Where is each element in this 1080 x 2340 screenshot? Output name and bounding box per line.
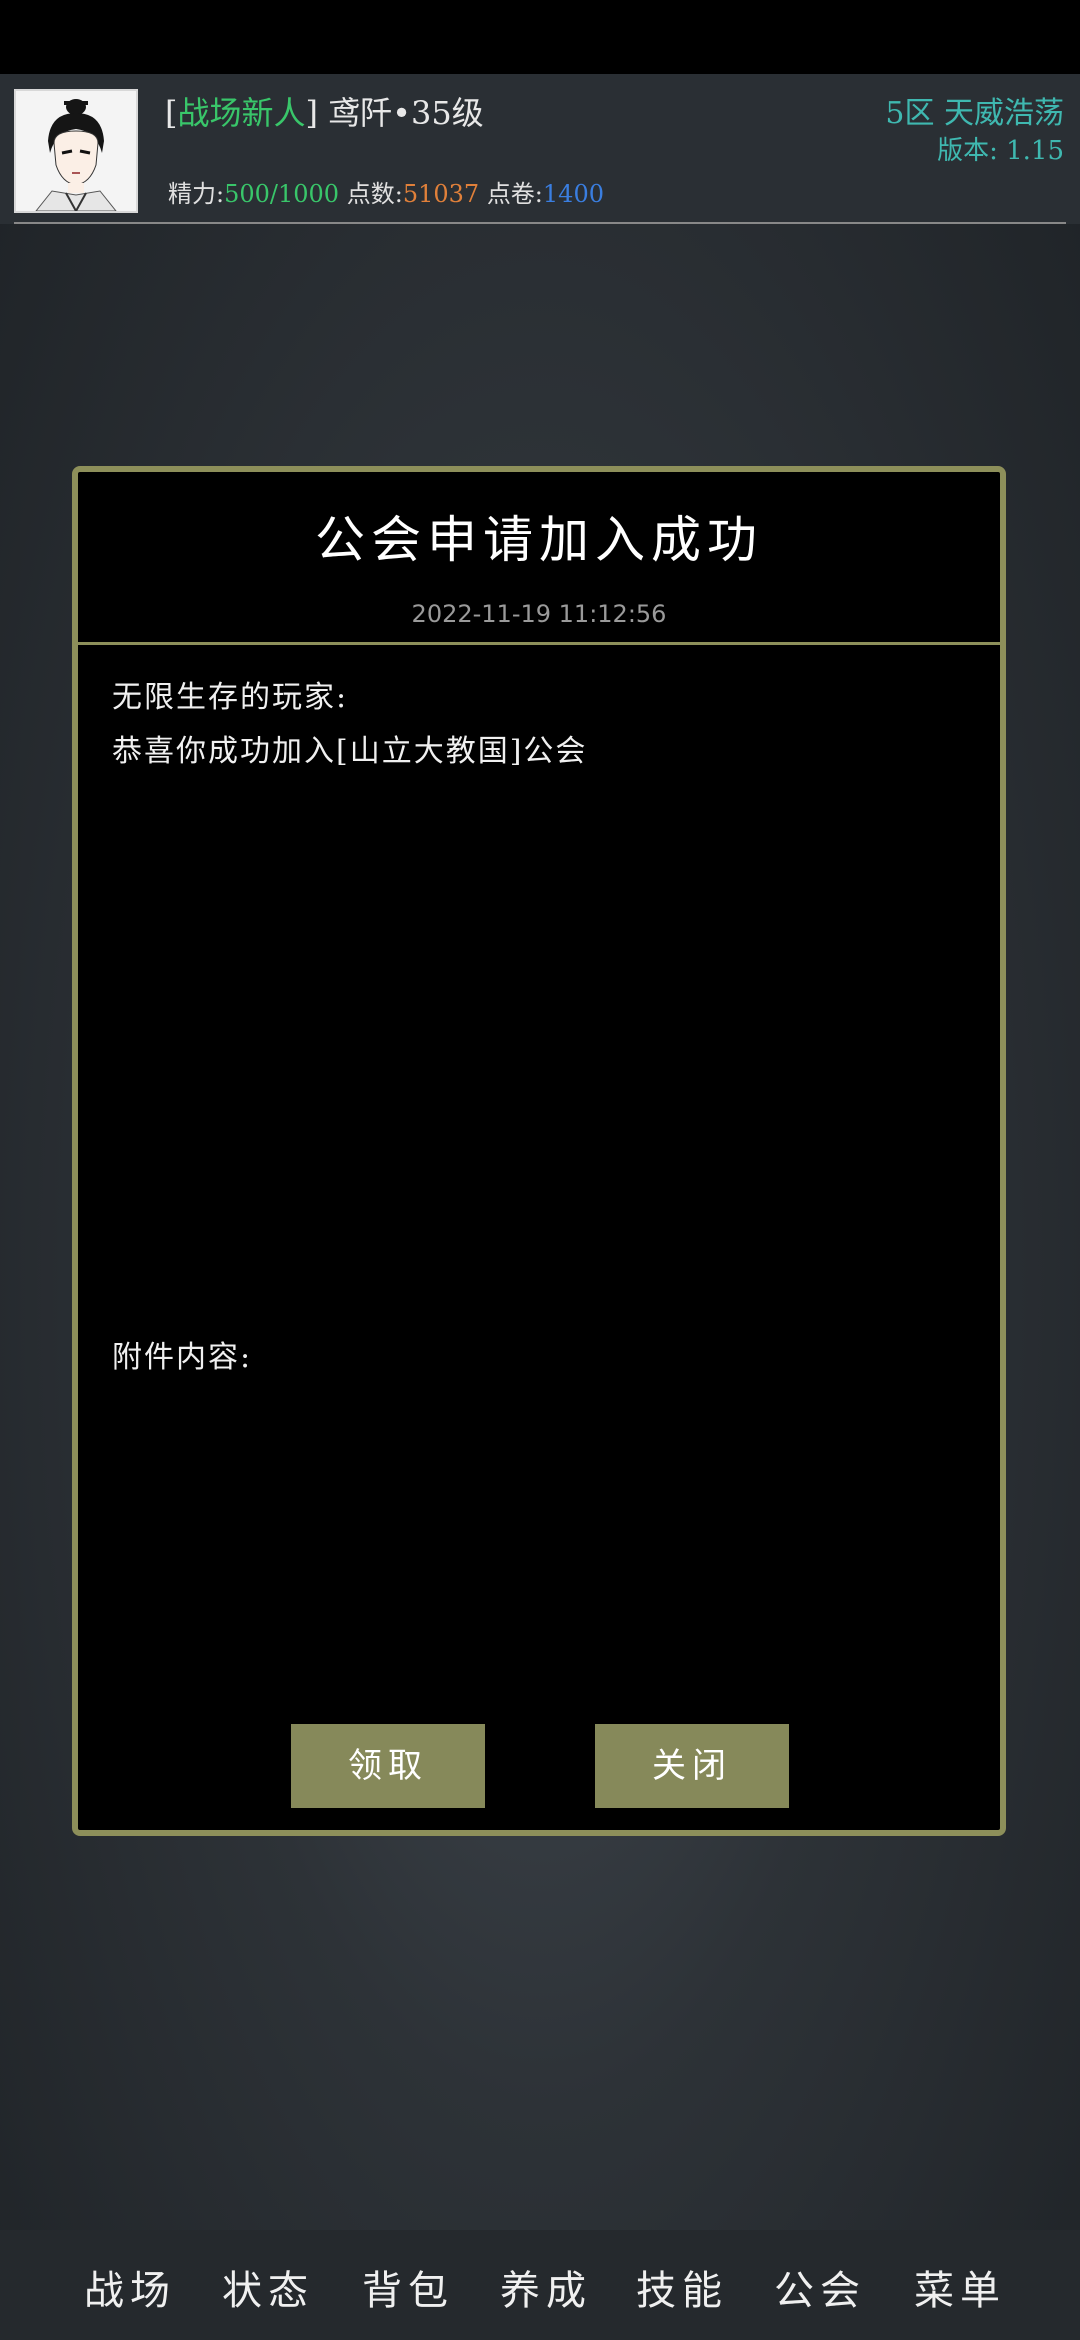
claim-button[interactable]: 领取 <box>291 1724 485 1808</box>
nav-item-menu[interactable]: 菜单 <box>914 2258 1006 2316</box>
stamina-label: 精力: <box>168 180 225 208</box>
title-bracket-open: [ <box>165 94 178 132</box>
close-button[interactable]: 关闭 <box>595 1724 789 1808</box>
character-portrait-icon <box>16 91 136 211</box>
status-bar <box>0 0 1080 74</box>
nav-item-training[interactable]: 养成 <box>500 2258 592 2316</box>
version-label: 版本: 1.15 <box>937 136 1064 166</box>
stamina-value: 500/1000 <box>224 180 340 208</box>
player-header: [战场新人] 鸢阡•35级 精力:500/1000 点数:51037 点卷:14… <box>0 74 1080 224</box>
nav-item-battlefield[interactable]: 战场 <box>84 2258 176 2316</box>
dialog-divider <box>78 642 1000 645</box>
nav-item-guild[interactable]: 公会 <box>774 2258 866 2316</box>
avatar[interactable] <box>14 89 138 213</box>
bottom-nav: 战场 状态 背包 养成 技能 公会 菜单 <box>0 2230 1080 2340</box>
nav-item-skills[interactable]: 技能 <box>636 2258 728 2316</box>
coupons-label: 点卷: <box>486 180 543 208</box>
dialog-title: 公会申请加入成功 <box>315 511 763 569</box>
player-stats: 精力:500/1000 点数:51037 点卷:1400 <box>168 174 604 209</box>
guild-join-dialog: 公会申请加入成功 2022-11-19 11:12:56 无限生存的玩家: 恭喜… <box>72 466 1006 1836</box>
player-level: 鸢阡•35级 <box>328 94 484 132</box>
title-bracket-close: ] <box>305 94 318 132</box>
points-label: 点数: <box>346 180 403 208</box>
points-value: 51037 <box>402 180 480 208</box>
message-body: 恭喜你成功加入[山立大教国]公会 <box>112 734 588 769</box>
attachment-label: 附件内容: <box>112 1340 253 1375</box>
dialog-date: 2022-11-19 11:12:56 <box>411 600 667 628</box>
server-name: 5区 天威浩荡 <box>885 96 1064 131</box>
nav-item-status[interactable]: 状态 <box>222 2258 314 2316</box>
nav-item-backpack[interactable]: 背包 <box>362 2258 454 2316</box>
rank-tag: 战场新人 <box>177 94 306 132</box>
player-title: [战场新人] 鸢阡•35级 <box>165 88 484 134</box>
coupons-value: 1400 <box>542 180 604 208</box>
message-greeting: 无限生存的玩家: <box>112 680 349 715</box>
header-divider <box>14 222 1066 224</box>
